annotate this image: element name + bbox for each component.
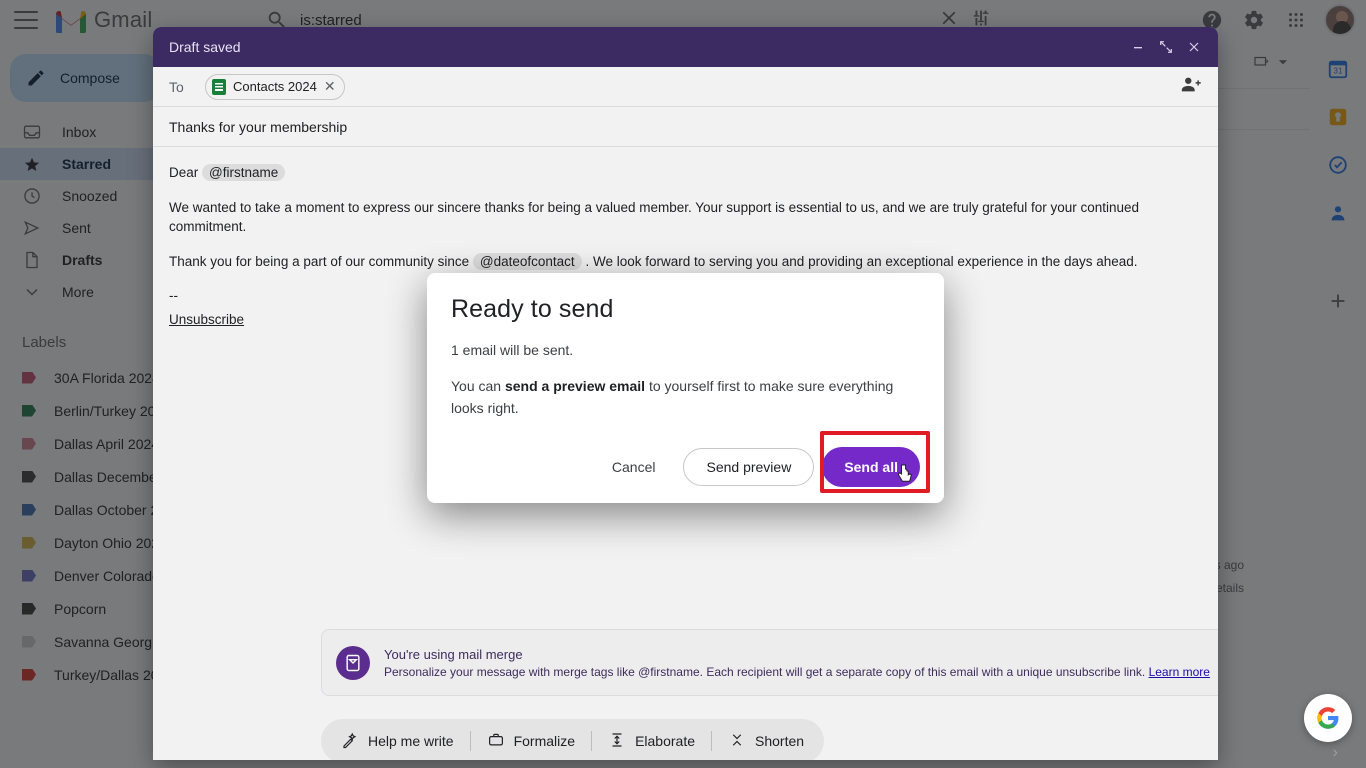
body-paragraph-2: Thank you for being a part of our commun…: [169, 252, 1202, 272]
ai-button-label: Formalize: [513, 733, 576, 749]
shorten-button[interactable]: Shorten: [712, 723, 820, 759]
ai-button-label: Elaborate: [635, 733, 695, 749]
close-icon[interactable]: [1180, 33, 1208, 61]
merge-tag-firstname: @firstname: [202, 164, 286, 181]
cancel-label: Cancel: [611, 459, 656, 475]
body-paragraph-1: We wanted to take a moment to express ou…: [169, 199, 1140, 235]
merge-tag-dateofcontact: @dateofcontact: [472, 252, 582, 270]
send-preview-label: Send preview: [706, 459, 792, 475]
formalize-button[interactable]: Formalize: [471, 723, 591, 759]
compose-status-label: Draft saved: [169, 39, 241, 55]
paragraph2-before: Thank you for being a part of our commun…: [169, 253, 470, 269]
mail-merge-desc-row: Personalize your message with merge tags…: [384, 665, 1210, 679]
dialog-title: Ready to send: [451, 295, 614, 323]
ready-to-send-dialog: Ready to send 1 email will be sent. You …: [427, 273, 944, 503]
magic-pen-icon: [341, 731, 359, 752]
briefcase-icon: [487, 731, 505, 752]
elaborate-button[interactable]: Elaborate: [592, 723, 711, 759]
collapse-vertical-icon: [728, 731, 746, 752]
ai-button-label: Help me write: [368, 733, 454, 749]
minimize-icon[interactable]: [1124, 33, 1152, 61]
mail-merge-banner: You're using mail merge Personalize your…: [321, 629, 1218, 696]
subject-text: Thanks for your membership: [169, 118, 348, 135]
help-me-write-button[interactable]: Help me write: [325, 723, 470, 759]
dialog-desc-bold: send a preview email: [504, 378, 646, 394]
to-label: To: [169, 78, 184, 95]
send-all-label: Send all: [844, 459, 898, 475]
mail-merge-text: You're using mail merge Personalize your…: [384, 647, 1210, 679]
mail-merge-description: Personalize your message with merge tags…: [384, 664, 1146, 679]
body-greeting: Dear @firstname: [169, 163, 1202, 183]
paragraph2-after: . We look forward to serving you and pro…: [585, 253, 1138, 269]
gmail-app-window: Gmail: [0, 0, 1366, 768]
chevron-right-icon[interactable]: ›: [1333, 744, 1338, 762]
send-preview-button[interactable]: Send preview: [683, 448, 815, 486]
mail-merge-icon: [336, 645, 370, 680]
chip-remove-icon[interactable]: ✕: [324, 78, 336, 95]
learn-more-link[interactable]: Learn more: [1149, 665, 1210, 679]
dialog-description: You can send a preview email to yourself…: [451, 376, 920, 419]
google-assistant-fab[interactable]: [1304, 694, 1352, 742]
popout-icon[interactable]: [1152, 33, 1180, 61]
recipients-row[interactable]: To Contacts 2024 ✕: [153, 67, 1218, 107]
greeting-prefix: Dear: [169, 165, 199, 180]
ai-button-label: Shorten: [755, 733, 805, 749]
subject-row[interactable]: Thanks for your membership: [153, 107, 1218, 147]
cancel-button[interactable]: Cancel: [592, 448, 676, 486]
recipient-chip-label: Contacts 2024: [233, 79, 317, 94]
google-sheets-icon: [212, 78, 226, 95]
send-all-button[interactable]: Send all: [822, 447, 920, 487]
dialog-desc-before: You can: [451, 378, 505, 394]
ai-assist-toolbar: Help me write Formalize Elaborate Shorte…: [321, 719, 825, 760]
mail-merge-title: You're using mail merge: [384, 646, 523, 662]
dialog-count-text: 1 email will be sent.: [451, 342, 574, 358]
dialog-actions: Cancel Send preview Send all: [592, 447, 920, 487]
add-people-icon[interactable]: [1180, 73, 1202, 100]
expand-vertical-icon: [608, 731, 626, 752]
recipient-chip[interactable]: Contacts 2024 ✕: [205, 73, 345, 100]
compose-title-bar: Draft saved: [153, 27, 1218, 67]
unsubscribe-label: Unsubscribe: [169, 311, 245, 327]
